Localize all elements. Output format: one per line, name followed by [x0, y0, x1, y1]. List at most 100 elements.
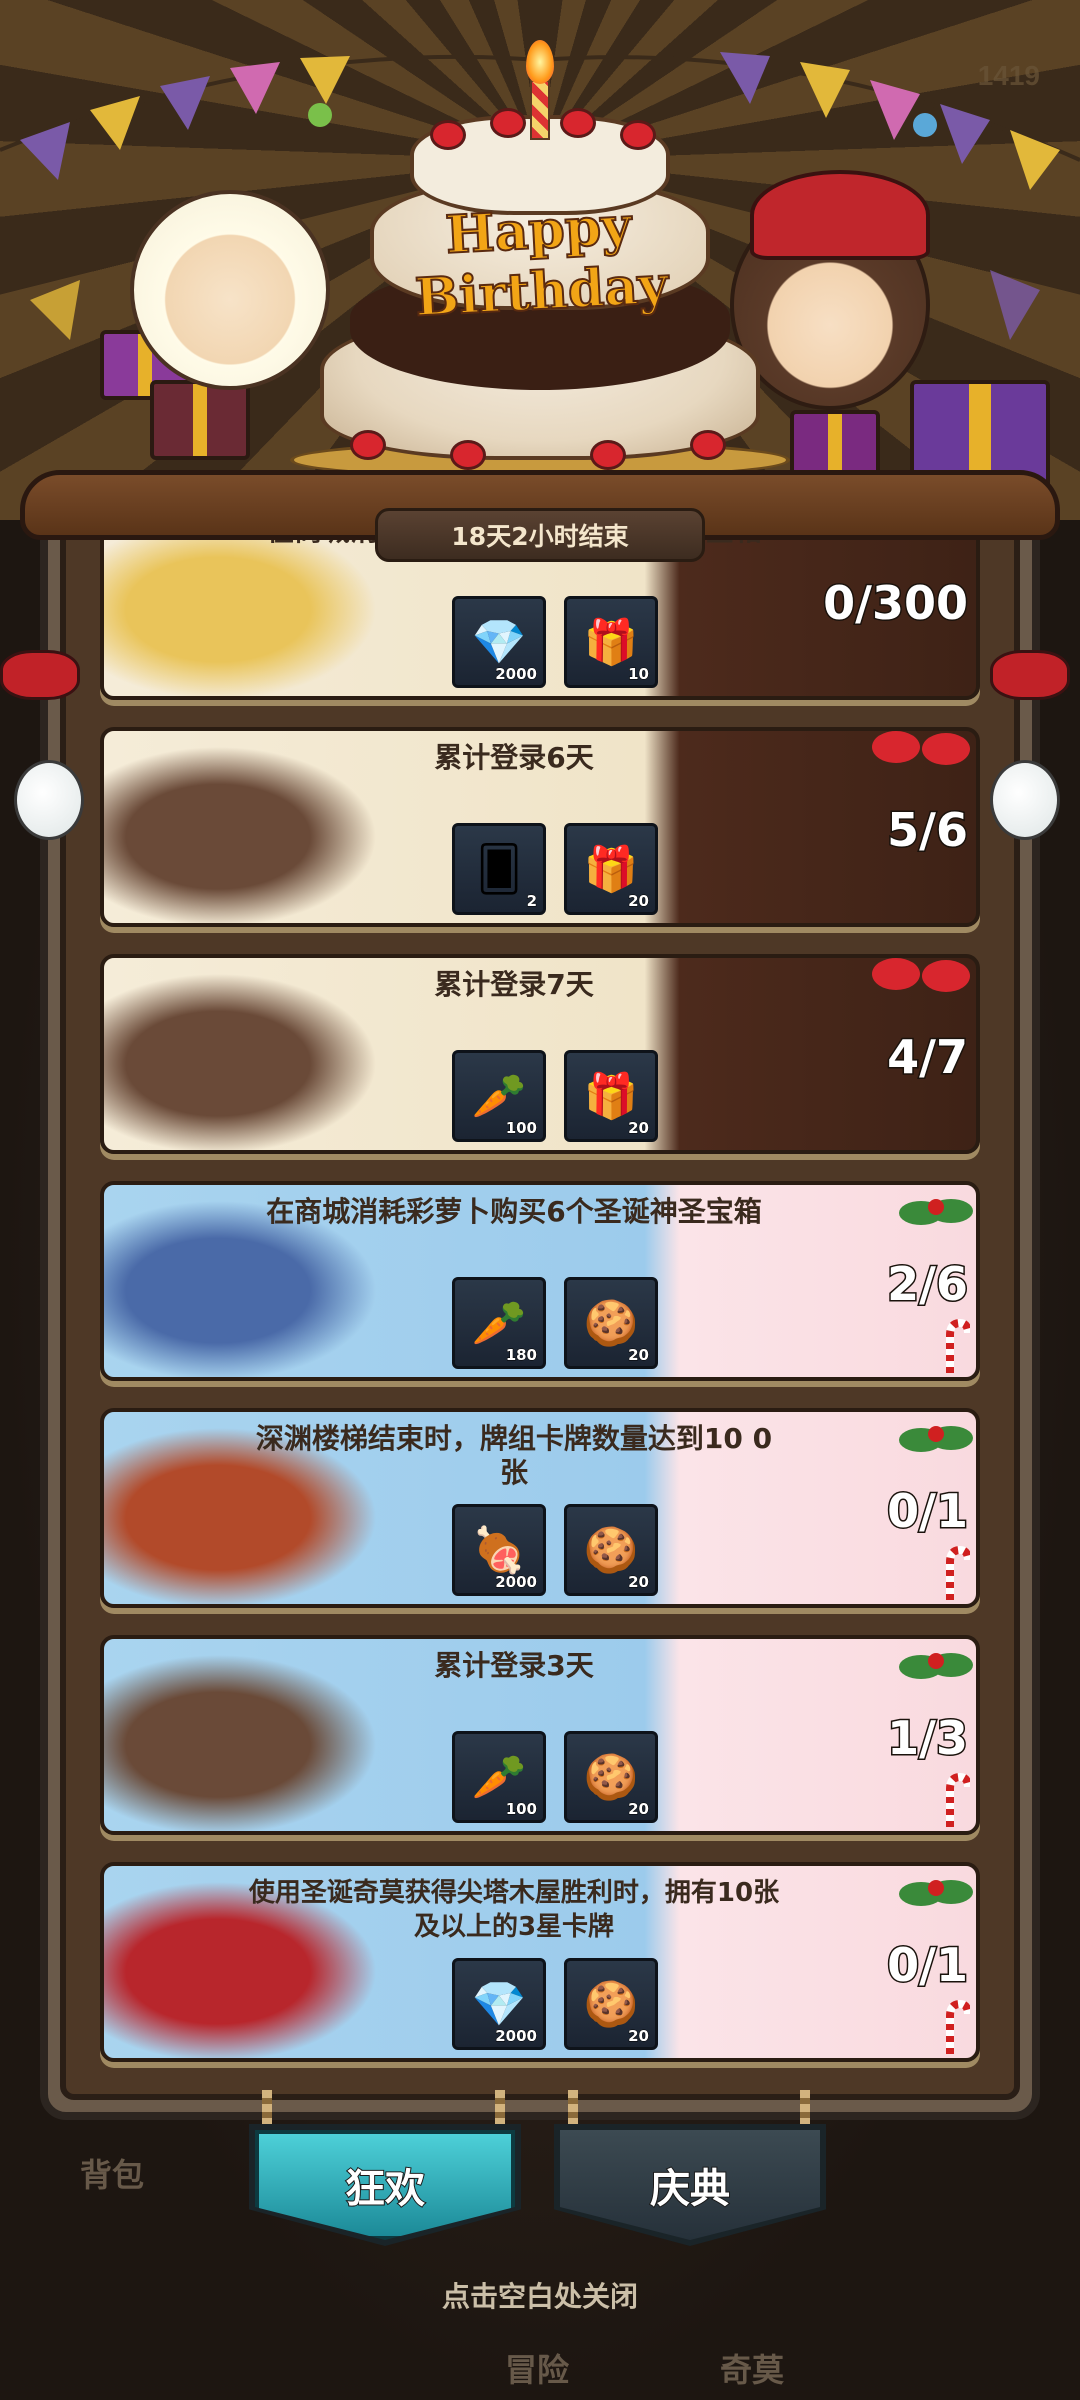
rainbow-gift-icon: 🎁: [583, 1071, 639, 1122]
reward-quantity: 100: [505, 1119, 537, 1138]
reward-list: 🥕 100 🎁 20: [452, 1050, 658, 1142]
gingerbread-icon: 🍪: [583, 1752, 639, 1803]
task-progress: 1/3: [886, 1710, 970, 1767]
strawberry: [430, 120, 466, 150]
reward-quantity: 2000: [495, 1573, 538, 1592]
left-bow-decoration: [0, 650, 80, 720]
reward-slot[interactable]: 🥕 100: [452, 1050, 546, 1142]
task-title: 累计登录6天: [434, 741, 594, 774]
reward-list: 🥕 100 🍪 20: [452, 1731, 658, 1823]
reward-slot[interactable]: 🍪 20: [564, 1958, 658, 2050]
task-progress: 4/7: [886, 1029, 970, 1086]
birthday-cake: Happy Birthday: [290, 20, 790, 490]
task-card[interactable]: 在商城消耗彩萝卜购买6个圣诞神圣宝箱 🥕 180 🍪 20 2/6: [100, 1181, 980, 1381]
strawberry: [350, 430, 386, 460]
task-card[interactable]: 使用圣诞奇莫获得尖塔木屋胜利时，拥有10张及以上的3星卡牌 💎 2000 🍪 20 0/1: [100, 1862, 980, 2062]
right-snowman-decoration: [990, 760, 1060, 840]
holly-decoration: [896, 1639, 976, 1697]
reward-list: 🥕 180 🍪 20: [452, 1277, 658, 1369]
task-progress: 2/6: [886, 1256, 970, 1313]
rainbow-gift-icon: 🎁: [583, 617, 639, 668]
gingerbread-icon: 🍪: [583, 1525, 639, 1576]
reward-slot[interactable]: 🍖 2000: [452, 1504, 546, 1596]
task-card[interactable]: 累计登录3天 🥕 100 🍪 20 1/3: [100, 1635, 980, 1835]
reward-slot[interactable]: 🎁 10: [564, 596, 658, 688]
candy-cane-decoration: [940, 1772, 972, 1829]
strawberry: [690, 430, 726, 460]
reward-slot[interactable]: 🍪 20: [564, 1504, 658, 1596]
bg-label-adventure: 冒险: [505, 2351, 570, 2389]
candy-cane-decoration: [940, 1999, 972, 2056]
event-timer-text: 18天2小时结束: [451, 522, 629, 551]
carrot-icon: 🥕: [471, 1071, 527, 1122]
reward-slot[interactable]: 🎁 20: [564, 823, 658, 915]
reward-quantity: 180: [505, 1346, 537, 1365]
reward-slot[interactable]: 🂠 2: [452, 823, 546, 915]
reward-quantity: 10: [628, 665, 650, 684]
reward-quantity: 20: [628, 1573, 650, 1592]
task-card[interactable]: 累计登录6天 🂠 2 🎁 20 5/6: [100, 727, 980, 927]
right-bow-decoration: [990, 650, 1070, 720]
task-progress: 5/6: [886, 802, 970, 859]
happy-birthday-text: Happy Birthday: [413, 194, 671, 329]
reward-list: 💎 2000 🎁 10: [452, 596, 658, 688]
strawberry: [490, 108, 526, 138]
reward-quantity: 2: [526, 892, 537, 911]
reward-quantity: 2000: [495, 665, 538, 684]
reward-quantity: 20: [628, 892, 650, 911]
tap-to-close-hint[interactable]: 点击空白处关闭: [0, 2275, 1080, 2315]
gingerbread-icon: 🍪: [583, 1979, 639, 2030]
reward-list: 🍖 2000 🍪 20: [452, 1504, 658, 1596]
reward-list: 🂠 2 🎁 20: [452, 823, 658, 915]
rainbow-gift-icon: 🎁: [583, 844, 639, 895]
corner-number: 1419: [977, 60, 1040, 91]
task-progress: 0/300: [822, 575, 970, 632]
strawberry-decoration: [856, 731, 976, 767]
reward-slot[interactable]: 🎁 20: [564, 1050, 658, 1142]
task-list[interactable]: 在商城消耗彩萝卜购买6个圣诞神圣宝箱💎2000🎁100/300累计登录6天🂠2🎁…: [100, 520, 980, 2080]
strawberry: [560, 108, 596, 138]
reward-quantity: 100: [505, 1800, 537, 1819]
candle-flame: [526, 40, 554, 84]
strawberry: [590, 440, 626, 470]
candy-cane-decoration: [940, 1318, 972, 1375]
strawberry: [620, 120, 656, 150]
holly-decoration: [896, 1185, 976, 1243]
reward-slot[interactable]: 🥕 100: [452, 1731, 546, 1823]
candy-cane-decoration: [940, 1545, 972, 1602]
strawberry-decoration: [856, 958, 976, 994]
task-title: 深渊楼梯结束时，牌组卡牌数量达到10 0张: [255, 1422, 773, 1489]
reward-list: 💎 2000 🍪 20: [452, 1958, 658, 2050]
task-progress: 0/1: [886, 1483, 970, 1540]
gingerbread-icon: 🍪: [583, 1298, 639, 1349]
reward-slot[interactable]: 🥕 180: [452, 1277, 546, 1369]
reward-quantity: 20: [628, 1119, 650, 1138]
left-snowman-decoration: [14, 760, 84, 840]
carrot-icon: 🥕: [471, 1752, 527, 1803]
reward-quantity: 20: [628, 2027, 650, 2046]
task-title: 使用圣诞奇莫获得尖塔木屋胜利时，拥有10张及以上的3星卡牌: [248, 1878, 780, 1942]
task-progress: 0/1: [886, 1937, 970, 1994]
task-card[interactable]: 深渊楼梯结束时，牌组卡牌数量达到10 0张 🍖 2000 🍪 20 0/1: [100, 1408, 980, 1608]
holly-decoration: [896, 1412, 976, 1470]
blue-card-icon: 🂠: [476, 843, 522, 895]
meat-icon: 🍖: [471, 1525, 527, 1576]
crystal-icon: 💎: [471, 617, 527, 668]
candle: [530, 80, 550, 140]
rainbow-carrot-icon: 🥕: [471, 1298, 527, 1349]
bg-label-bag: 背包: [80, 2156, 145, 2194]
task-title: 在商城消耗彩萝卜购买6个圣诞神圣宝箱: [266, 1195, 762, 1228]
task-title: 累计登录3天: [434, 1649, 594, 1682]
reward-slot[interactable]: 💎 2000: [452, 596, 546, 688]
reward-quantity: 2000: [495, 2027, 538, 2046]
task-title: 累计登录7天: [434, 968, 594, 1001]
task-card[interactable]: 累计登录7天 🥕 100 🎁 20 4/7: [100, 954, 980, 1154]
reward-slot[interactable]: 🍪 20: [564, 1731, 658, 1823]
gift-box-left-2: [150, 380, 250, 460]
reward-slot[interactable]: 🍪 20: [564, 1277, 658, 1369]
reward-quantity: 20: [628, 1800, 650, 1819]
reward-quantity: 20: [628, 1346, 650, 1365]
strawberry: [450, 440, 486, 470]
event-timer: 18天2小时结束: [375, 508, 705, 562]
reward-slot[interactable]: 💎 2000: [452, 1958, 546, 2050]
